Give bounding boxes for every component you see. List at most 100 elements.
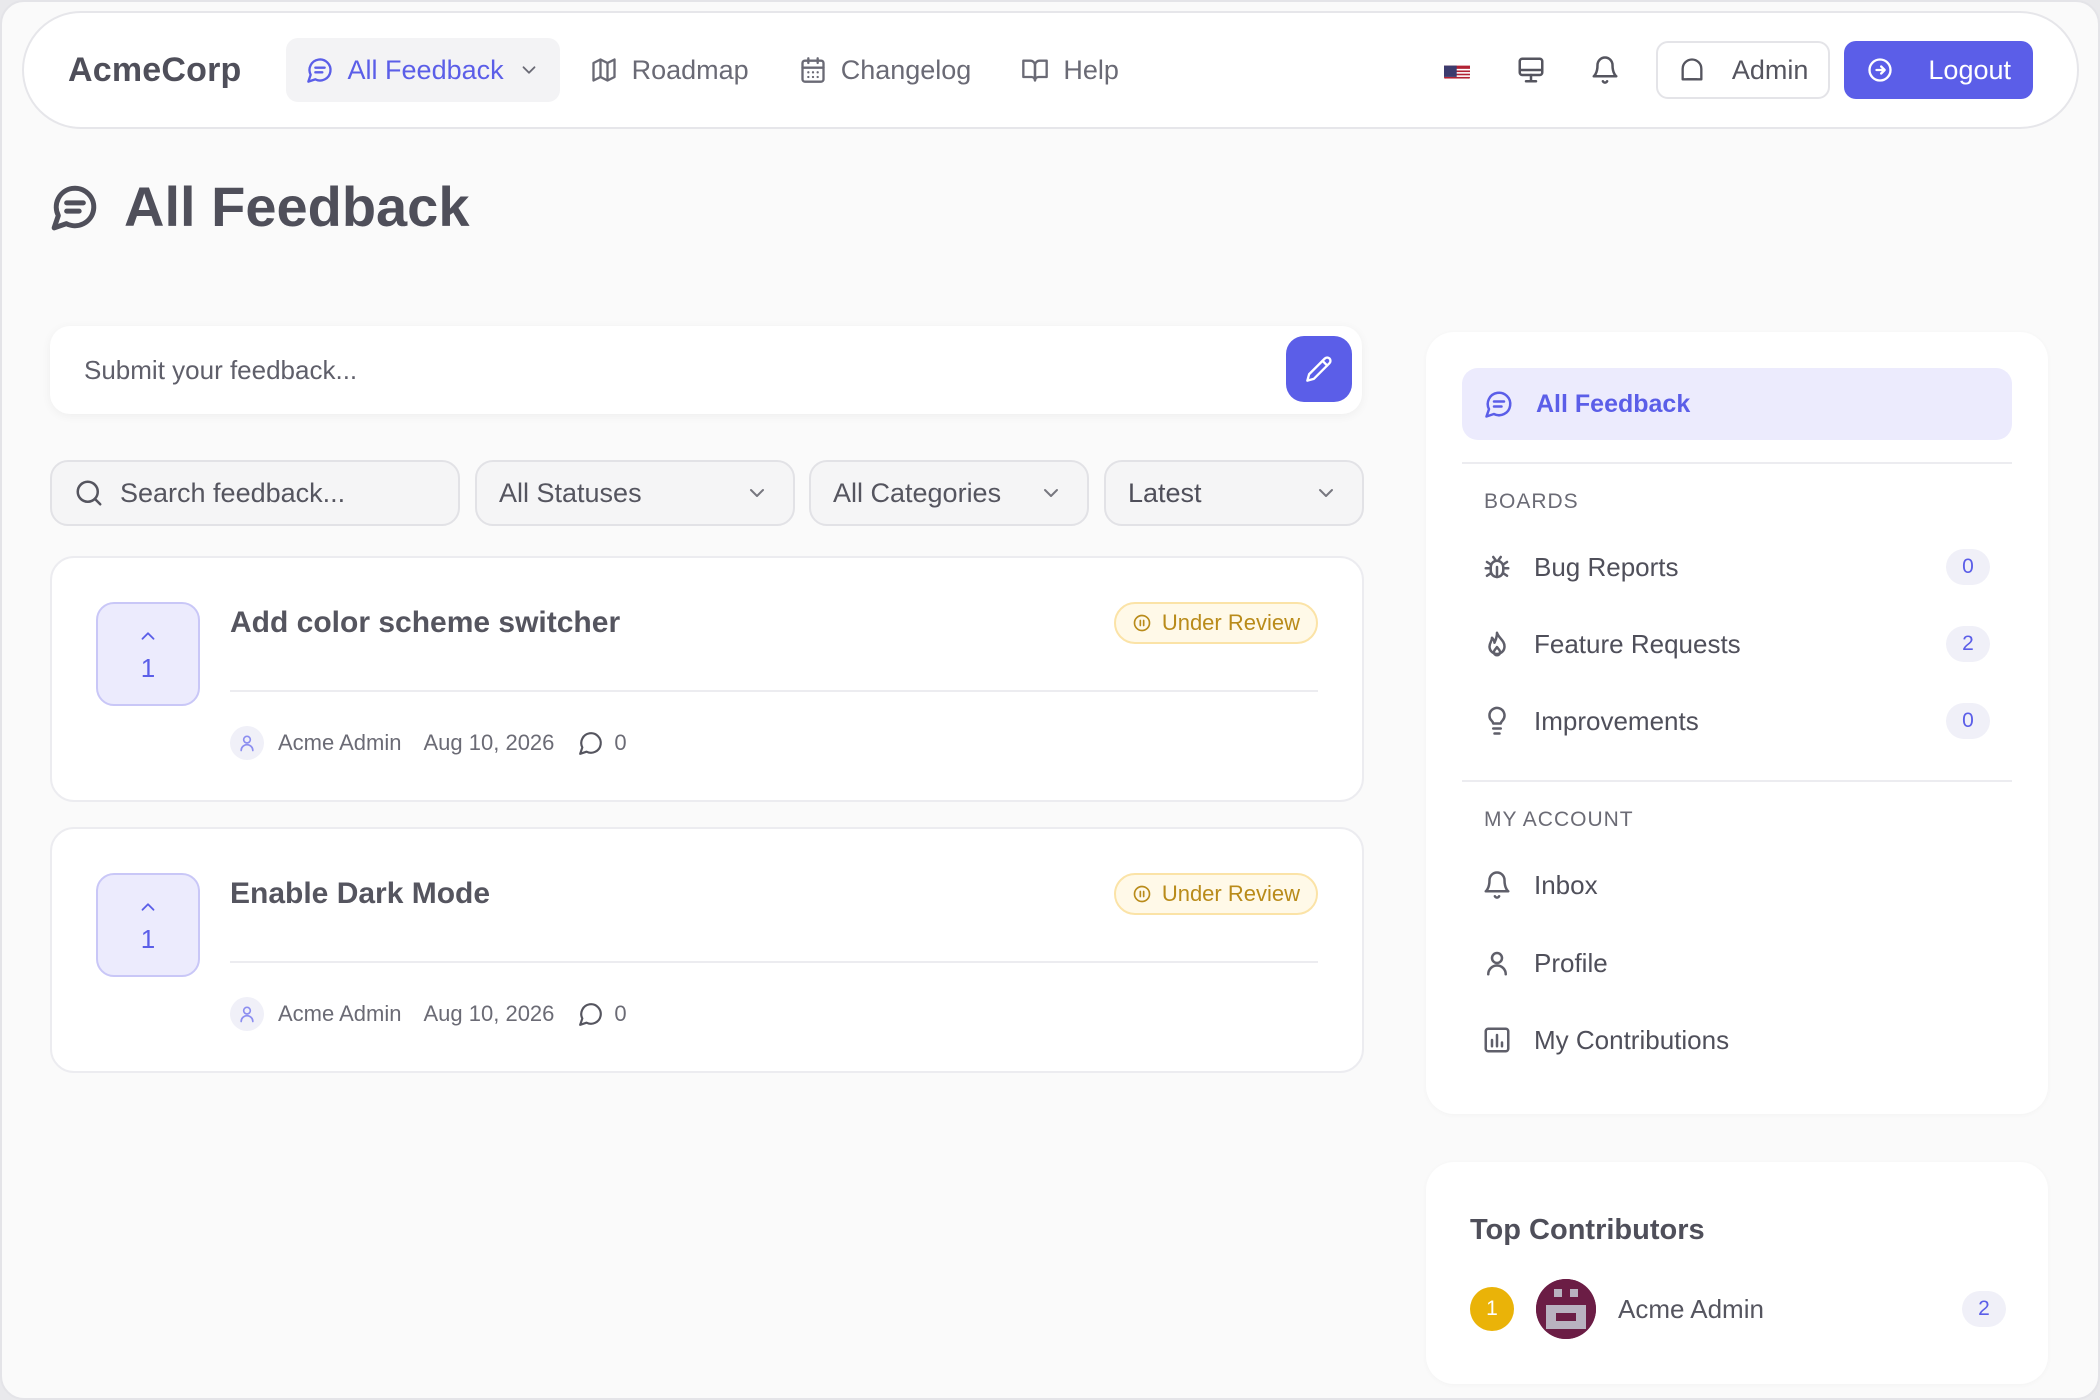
sidebar-item-label: My Contributions (1534, 1024, 1730, 1055)
sort-select-value: Latest (1128, 477, 1202, 508)
nav-changelog-label: Changelog (840, 54, 972, 85)
message-square-icon (1484, 389, 1514, 419)
user-icon (240, 1006, 254, 1023)
top-contributors-title: Top Contributors (1470, 1214, 1705, 1246)
top-navbar: AcmeCorp All Feedback Roadmap Changelog (22, 11, 2079, 129)
feedback-post[interactable]: 1 Add color scheme switcher Under Review… (50, 556, 1364, 802)
sidebar-item-all-feedback[interactable]: All Feedback (1462, 368, 2012, 440)
admin-button[interactable]: Admin (1655, 41, 1831, 99)
lightbulb-icon (1482, 706, 1512, 736)
sidebar-item-bug-reports[interactable]: Bug Reports 0 (1482, 542, 2012, 592)
logout-button[interactable]: Logout (1844, 41, 2033, 99)
logout-label: Logout (1928, 54, 2011, 85)
user-icon (1482, 948, 1512, 978)
vote-count: 1 (140, 923, 156, 954)
map-icon (590, 56, 618, 84)
message-square-icon (50, 182, 100, 232)
sort-select[interactable]: Latest (1104, 460, 1364, 526)
chevron-down-icon (1039, 481, 1063, 505)
divider (230, 961, 1318, 963)
status-badge-label: Under Review (1161, 881, 1300, 906)
category-select-value: All Categories (833, 477, 1002, 508)
nav-roadmap-label: Roadmap (631, 54, 749, 85)
page-title-text: All Feedback (124, 175, 470, 238)
post-title[interactable]: Add color scheme switcher (230, 606, 620, 640)
bell-icon (1590, 55, 1620, 85)
status-select[interactable]: All Statuses (475, 460, 795, 526)
author-avatar (230, 726, 264, 760)
author-avatar (230, 997, 264, 1031)
submit-feedback-button[interactable] (1286, 336, 1352, 402)
sidebar-item-my-contributions[interactable]: My Contributions (1482, 1015, 2012, 1065)
search-input[interactable]: Search feedback... (50, 460, 460, 526)
sidebar-nav: All Feedback BOARDS Bug Reports 0 Featur… (1426, 332, 2048, 1114)
feedback-post[interactable]: 1 Enable Dark Mode Under Review Acme Adm… (50, 827, 1364, 1073)
nav-help[interactable]: Help (1001, 38, 1139, 102)
status-select-value: All Statuses (499, 477, 642, 508)
nav-roadmap[interactable]: Roadmap (570, 38, 769, 102)
post-date: Aug 10, 2026 (423, 1001, 555, 1026)
contributor-name: Acme Admin (1618, 1293, 1764, 1324)
sidebar-item-improvements[interactable]: Improvements 0 (1482, 696, 2012, 746)
chevron-down-icon (518, 59, 540, 81)
comment-count: 0 (578, 730, 627, 756)
user-icon (240, 735, 254, 752)
sidebar-item-label: All Feedback (1536, 389, 1691, 418)
sidebar-item-label: Profile (1534, 947, 1608, 978)
divider (1462, 462, 2012, 464)
message-square-icon (306, 56, 334, 84)
nav-help-label: Help (1063, 54, 1119, 85)
my-account-heading: MY ACCOUNT (1484, 808, 1634, 831)
vote-count: 1 (140, 652, 156, 683)
sidebar-item-label: Bug Reports (1534, 551, 1679, 582)
notifications-button[interactable] (1568, 38, 1642, 102)
status-badge-label: Under Review (1161, 610, 1300, 635)
pause-circle-icon (1132, 884, 1152, 904)
post-date: Aug 10, 2026 (423, 730, 555, 755)
submit-feedback-placeholder: Submit your feedback... (84, 354, 358, 385)
count-badge: 0 (1946, 703, 1990, 739)
upvote-button[interactable]: 1 (96, 602, 200, 706)
brand-logo[interactable]: AcmeCorp (68, 51, 242, 90)
post-author: Acme Admin (278, 1001, 402, 1026)
sidebar-item-inbox[interactable]: Inbox (1482, 860, 2012, 910)
book-open-icon (1021, 56, 1049, 84)
theme-button[interactable] (1494, 38, 1568, 102)
navbar-actions: Admin Logout (1420, 38, 2033, 102)
us-flag-icon (1443, 61, 1470, 79)
pencil-icon (1305, 355, 1333, 383)
post-title[interactable]: Enable Dark Mode (230, 877, 490, 911)
nav-all-feedback-label: All Feedback (347, 54, 504, 85)
status-badge: Under Review (1113, 873, 1318, 915)
comment-count-value: 0 (614, 730, 627, 755)
bell-icon (1482, 870, 1512, 900)
search-placeholder: Search feedback... (120, 477, 346, 508)
chevron-up-icon (137, 625, 159, 647)
monitor-icon (1516, 55, 1546, 85)
top-contributors-card: Top Contributors 1 Acme Admin 2 (1426, 1162, 2048, 1384)
contributor-row[interactable]: 1 Acme Admin 2 (1470, 1278, 2006, 1340)
count-badge: 0 (1946, 549, 1990, 585)
home-icon (1678, 56, 1706, 84)
nav-all-feedback[interactable]: All Feedback (285, 38, 560, 102)
sidebar-item-feature-requests[interactable]: Feature Requests 2 (1482, 619, 2012, 669)
upvote-button[interactable]: 1 (96, 873, 200, 977)
contribution-count: 2 (1962, 1291, 2006, 1327)
bug-icon (1482, 552, 1512, 582)
submit-feedback-input[interactable]: Submit your feedback... (50, 326, 1362, 414)
search-icon (74, 478, 104, 508)
avatar (1536, 1279, 1596, 1339)
bar-chart-icon (1482, 1025, 1512, 1055)
rank-badge: 1 (1470, 1287, 1514, 1331)
message-circle-icon (578, 1001, 604, 1027)
sidebar-item-profile[interactable]: Profile (1482, 938, 2012, 988)
sidebar-item-label: Feature Requests (1534, 628, 1741, 659)
category-select[interactable]: All Categories (809, 460, 1089, 526)
nav-changelog[interactable]: Changelog (779, 38, 992, 102)
count-badge: 2 (1946, 626, 1990, 662)
message-circle-icon (578, 730, 604, 756)
language-button[interactable] (1420, 38, 1494, 102)
chevron-down-icon (745, 481, 769, 505)
chevron-down-icon (1314, 481, 1338, 505)
comment-count-value: 0 (614, 1001, 627, 1026)
